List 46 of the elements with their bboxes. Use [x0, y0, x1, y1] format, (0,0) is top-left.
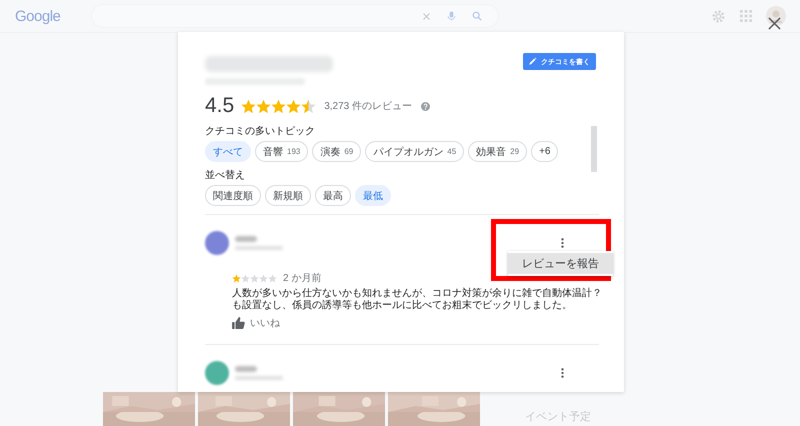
blurred-name: [235, 236, 257, 242]
sort-chip[interactable]: 最高: [315, 185, 351, 206]
reviewer-avatar[interactable]: [205, 361, 229, 385]
star-icon: [256, 98, 272, 114]
topic-chip[interactable]: パイプオルガン 45: [365, 141, 464, 162]
star-icon: [286, 98, 302, 114]
close-icon[interactable]: [768, 17, 781, 30]
review-text: 人数が多いから仕方ないかも知れませんが、コロナ対策が余りに雑で自動体温計？も設置なし、係員の誘導等も他ホールに比べてお粗末でビックリしました。: [232, 288, 603, 312]
reviewer-avatar[interactable]: [205, 231, 229, 255]
sort-heading: 並べ替え: [205, 170, 246, 182]
star-icon: [241, 98, 256, 114]
blurred-name: [235, 366, 257, 372]
topic-chip[interactable]: すべて: [205, 141, 251, 162]
sort-chip[interactable]: 新規順: [265, 185, 311, 206]
pencil-icon: [528, 57, 537, 66]
help-icon[interactable]: [421, 102, 430, 110]
microphone-icon[interactable]: [447, 11, 456, 21]
avatar-icon[interactable]: [766, 6, 786, 26]
clear-icon[interactable]: [422, 12, 432, 20]
search-icon[interactable]: [472, 11, 482, 21]
star-icon: [268, 274, 277, 282]
sort-chip[interactable]: 関連度順: [205, 185, 261, 206]
report-review-item[interactable]: レビューを報告: [508, 253, 613, 274]
review-date: 2 か月前: [283, 272, 322, 285]
topic-chip[interactable]: 効果音 29: [468, 141, 528, 162]
star-icon: [259, 274, 268, 282]
rating-value: 4.5: [205, 94, 234, 118]
thumbs-up-icon: [232, 317, 245, 329]
topic-chip[interactable]: +6: [531, 141, 558, 162]
star-icon: [241, 274, 250, 282]
star-icon: [232, 274, 241, 282]
settings-icon[interactable]: [711, 8, 726, 24]
sort-chip[interactable]: 最低: [355, 185, 391, 206]
more-icon: [561, 368, 564, 378]
more-icon: [561, 238, 564, 248]
star-icon: [271, 98, 286, 114]
star-icon: [250, 274, 259, 282]
scrollbar-thumb[interactable]: [591, 126, 597, 172]
like-button[interactable]: いいね: [232, 316, 280, 330]
search-field[interactable]: [92, 5, 498, 27]
review-count[interactable]: 3,273 件のレビュー: [324, 99, 412, 113]
apps-icon[interactable]: [740, 10, 752, 22]
topics-heading: クチコミの多いトピック: [205, 126, 316, 138]
star-icon: [301, 98, 316, 114]
topic-chip[interactable]: 音響 193: [255, 141, 308, 162]
topic-chip[interactable]: 演奏 69: [312, 141, 362, 162]
